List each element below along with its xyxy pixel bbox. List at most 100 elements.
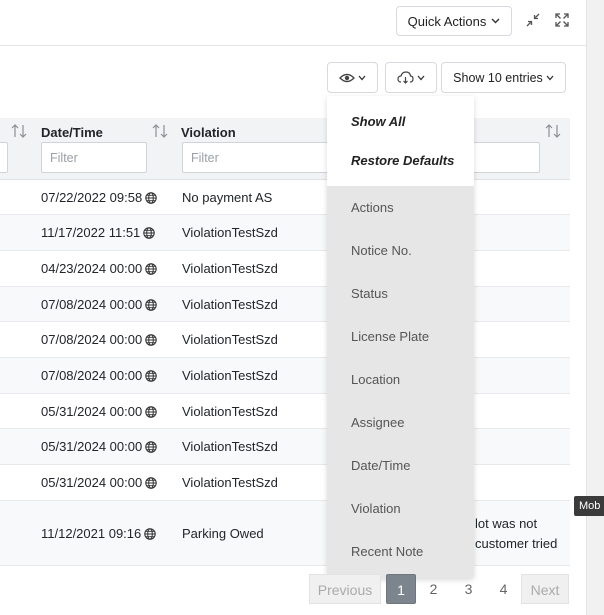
datetime-cell: 11/12/2021 09:16: [41, 526, 156, 541]
violation-cell: ViolationTestSzd: [182, 439, 278, 454]
prev-column-filter[interactable]: [0, 142, 8, 173]
menu-item-column[interactable]: Recent Note: [327, 530, 474, 573]
sort-icon[interactable]: [545, 124, 561, 138]
pagination-previous[interactable]: Previous: [309, 574, 381, 604]
globe-icon: [145, 299, 157, 311]
sort-icon[interactable]: [152, 124, 168, 138]
table-row[interactable]: 07/08/2024 00:00 ViolationTestSzd: [0, 322, 570, 358]
recent-note-filter-input[interactable]: [470, 142, 540, 173]
menu-item-column[interactable]: License Plate: [327, 315, 474, 358]
quick-actions-button[interactable]: Quick Actions: [396, 6, 512, 36]
export-button[interactable]: [385, 62, 437, 93]
menu-top-actions: Show All Restore Defaults: [327, 96, 474, 186]
quick-actions-label: Quick Actions: [407, 13, 487, 29]
datetime-cell: 05/31/2024 00:00: [41, 439, 157, 454]
datetime-value: 07/08/2024 00:00: [41, 332, 143, 347]
table-row[interactable]: 11/17/2022 11:51 ViolationTestSzd: [0, 215, 570, 251]
cloud-download-icon: [397, 71, 414, 84]
datetime-filter-input[interactable]: [41, 142, 147, 173]
column-header-datetime[interactable]: Date/Time: [41, 125, 103, 140]
column-visibility-button[interactable]: [327, 62, 378, 93]
violations-table: Date/Time Violation 07/22/2022 09:58 No p…: [0, 118, 570, 566]
datetime-cell: 04/23/2024 00:00: [41, 261, 157, 276]
menu-item-column[interactable]: Violation: [327, 487, 474, 530]
pagination-next[interactable]: Next: [521, 574, 569, 604]
menu-item-column[interactable]: Location: [327, 358, 474, 401]
menu-item-column[interactable]: Assignee: [327, 401, 474, 444]
datetime-value: 05/31/2024 00:00: [41, 404, 143, 419]
violation-cell: ViolationTestSzd: [182, 475, 278, 490]
table-header: Date/Time Violation: [0, 118, 570, 180]
datetime-value: 05/31/2024 00:00: [41, 475, 143, 490]
menu-item-column[interactable]: Date/Time: [327, 444, 474, 487]
globe-icon: [145, 370, 157, 382]
datetime-cell: 11/17/2022 11:51: [41, 225, 156, 240]
violation-cell: No payment AS: [182, 190, 273, 205]
datetime-cell: 05/31/2024 00:00: [41, 475, 157, 490]
globe-icon: [145, 406, 157, 418]
table-row[interactable]: 07/08/2024 00:00 ViolationTestSzd: [0, 287, 570, 322]
chevron-down-icon: [358, 75, 366, 80]
menu-item-column[interactable]: Status: [327, 272, 474, 315]
globe-icon: [145, 192, 157, 204]
violation-cell: ViolationTestSzd: [182, 368, 278, 383]
datetime-value: 07/22/2022 09:58: [41, 190, 143, 205]
menu-item-restore-defaults[interactable]: Restore Defaults: [327, 139, 474, 182]
violation-cell: ViolationTestSzd: [182, 404, 278, 419]
pagination-page-1[interactable]: 1: [386, 574, 416, 604]
violation-cell: ViolationTestSzd: [182, 225, 278, 240]
column-header-violation[interactable]: Violation: [181, 125, 236, 140]
chevron-down-icon: [546, 75, 554, 80]
menu-item-column[interactable]: Actions: [327, 186, 474, 229]
column-visibility-menu: Show All Restore Defaults Actions Notice …: [327, 96, 474, 578]
table-row[interactable]: 07/22/2022 09:58 No payment AS: [0, 180, 570, 215]
globe-icon: [145, 334, 157, 346]
eye-icon: [339, 73, 355, 82]
violation-cell: Parking Owed: [182, 526, 264, 541]
chevron-down-icon: [491, 18, 500, 24]
datetime-cell: 05/31/2024 00:00: [41, 404, 157, 419]
table-row[interactable]: 05/31/2024 00:00 ViolationTestSzd: [0, 465, 570, 501]
menu-column-list: Actions Notice No. Status License Plate Loca…: [327, 186, 474, 573]
datetime-cell: 07/08/2024 00:00: [41, 368, 157, 383]
show-entries-select[interactable]: Show 10 entries: [441, 62, 566, 93]
expand-icon[interactable]: [552, 10, 572, 30]
datetime-value: 07/08/2024 00:00: [41, 368, 143, 383]
table-row[interactable]: 11/12/2021 09:16 Parking Owed lot was not c…: [0, 501, 570, 566]
datetime-cell: 07/08/2024 00:00: [41, 332, 157, 347]
table-body: 07/22/2022 09:58 No payment AS 11/17/2022 …: [0, 180, 570, 566]
table-row[interactable]: 04/23/2024 00:00 ViolationTestSzd: [0, 251, 570, 287]
menu-item-column[interactable]: Notice No.: [327, 229, 474, 272]
table-row[interactable]: 05/31/2024 00:00 ViolationTestSzd: [0, 429, 570, 465]
violation-cell: ViolationTestSzd: [182, 297, 278, 312]
globe-icon: [143, 227, 156, 239]
violation-cell: ViolationTestSzd: [182, 332, 278, 347]
top-bar: Quick Actions: [0, 0, 586, 46]
datetime-value: 11/12/2021 09:16: [41, 526, 142, 541]
pagination-page-4[interactable]: 4: [486, 574, 521, 604]
show-entries-label: Show 10 entries: [453, 70, 543, 85]
globe-icon: [144, 528, 156, 540]
table-row[interactable]: 05/31/2024 00:00 ViolationTestSzd: [0, 394, 570, 429]
globe-icon: [145, 441, 157, 453]
sort-icon[interactable]: [11, 124, 27, 138]
datetime-value: 04/23/2024 00:00: [41, 261, 143, 276]
datetime-value: 07/08/2024 00:00: [41, 297, 143, 312]
datetime-value: 05/31/2024 00:00: [41, 439, 143, 454]
recent-note-cell: lot was not: [475, 516, 538, 531]
pagination: Previous 1 2 3 4 Next: [309, 574, 569, 604]
recent-note-cell: customer tried: [475, 536, 558, 551]
pagination-page-3[interactable]: 3: [451, 574, 486, 604]
collapse-icon[interactable]: [523, 10, 543, 30]
side-tab-tag[interactable]: Mob: [574, 496, 604, 516]
pagination-page-2[interactable]: 2: [416, 574, 451, 604]
page-scrollbar[interactable]: [586, 0, 604, 615]
menu-item-show-all[interactable]: Show All: [327, 96, 474, 139]
table-row[interactable]: 07/08/2024 00:00 ViolationTestSzd: [0, 358, 570, 394]
globe-icon: [145, 477, 157, 489]
violation-filter-input[interactable]: [182, 142, 332, 173]
datetime-cell: 07/08/2024 00:00: [41, 297, 157, 312]
chevron-down-icon: [417, 75, 425, 80]
violation-cell: ViolationTestSzd: [182, 261, 278, 276]
globe-icon: [145, 263, 157, 275]
